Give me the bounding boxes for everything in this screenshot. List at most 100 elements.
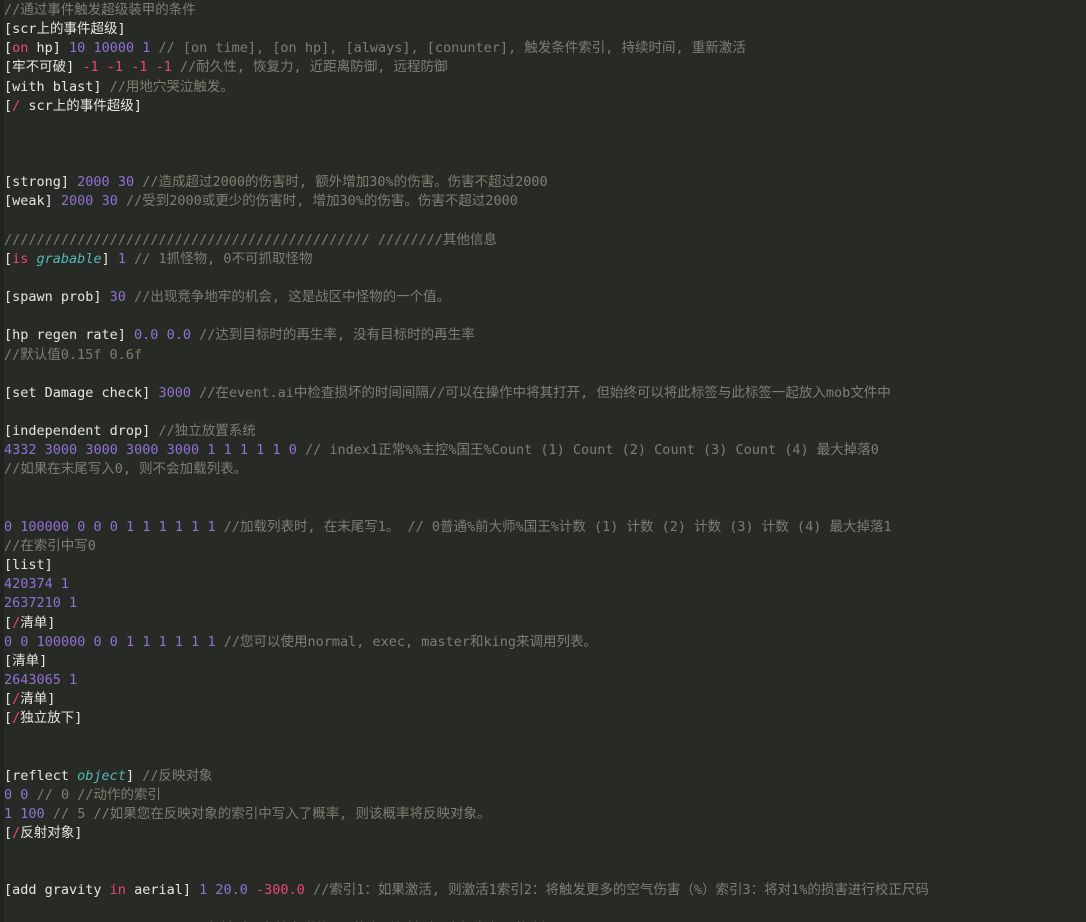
code-line[interactable]: [weak] 2000 30 //受到2000或更少的伤害时, 增加30%的伤害… — [4, 192, 1086, 211]
token-num: 1 — [207, 518, 216, 535]
token-cmt: // index1正常%%主控%国王%Count (1) Count (2) C… — [304, 442, 879, 459]
token-num: 30 — [117, 174, 135, 191]
code-line[interactable]: //如果在末尾写入0, 则不会加载列表。 — [4, 460, 1086, 479]
code-line[interactable]: ////////////////////////////////////////… — [4, 231, 1086, 250]
code-line[interactable]: [hp regen rate] 0.0 0.0 //达到目标时的再生率, 没有目… — [4, 326, 1086, 345]
token-num: 0 — [4, 518, 13, 535]
code-line[interactable] — [4, 843, 1086, 862]
code-line[interactable] — [4, 365, 1086, 384]
token-kw: in — [109, 882, 126, 899]
code-line[interactable]: //在索引中写0 — [4, 537, 1086, 556]
code-line[interactable]: //默认值0.15f 0.6f — [4, 346, 1086, 365]
token-cmt: //索引1：如果激活, 则激活1索引2：将触发更多的空气伤害（%）索引3：将对1… — [312, 882, 929, 899]
code-line[interactable]: [strong] 2000 30 //造成超过2000的伤害时, 额外增加30%… — [4, 173, 1086, 192]
code-line[interactable]: 0 100000 0 0 0 1 1 1 1 1 1 //加载列表时, 在末尾写… — [4, 518, 1086, 537]
code-line[interactable]: [牢不可破] -1 -1 -1 -1 //耐久性, 恢复力, 近距离防御, 远程… — [4, 58, 1086, 77]
code-line[interactable] — [4, 403, 1086, 422]
code-line[interactable]: [spawn prob] 30 //出现竞争地牢的机会, 这是战区中怪物的一个值… — [4, 288, 1086, 307]
code-line[interactable]: [清单] — [4, 652, 1086, 671]
code-line[interactable]: [is grabable] 1 // 1抓怪物, 0不可抓取怪物 — [4, 250, 1086, 269]
code-line[interactable] — [4, 862, 1086, 881]
token-num: 0 — [288, 442, 297, 459]
code-editor[interactable]: //通过事件触发超级装甲的条件 [scr上的事件超级] [on hp] 10 100… — [0, 0, 1086, 922]
code-line[interactable]: 420374 1 — [4, 575, 1086, 594]
code-line[interactable]: [set Damage check] 3000 //在event.ai中检查损坏… — [4, 384, 1086, 403]
token-num: 2000 — [60, 193, 94, 210]
token-num: 1 — [207, 633, 216, 650]
token-kw: on — [12, 40, 29, 57]
code-line[interactable] — [4, 135, 1086, 154]
code-line[interactable]: [/反射对象] — [4, 824, 1086, 843]
code-line[interactable]: [independent drop] //独立放置系统 — [4, 422, 1086, 441]
code-line[interactable] — [4, 499, 1086, 518]
token-cmt: //反映对象 — [142, 767, 213, 784]
code-line[interactable] — [4, 269, 1086, 288]
code-line[interactable]: [/清单] — [4, 690, 1086, 709]
code-line[interactable]: [add gravity in aerial] 1 20.0 -300.0 //… — [4, 881, 1086, 900]
token-num: 1 — [174, 518, 184, 535]
code-line[interactable] — [4, 901, 1086, 920]
code-line[interactable] — [4, 154, 1086, 173]
token-num: 10 — [69, 40, 86, 57]
code-line[interactable]: [reflect object] //反映对象 — [4, 767, 1086, 786]
token-num: 1 — [272, 442, 281, 459]
code-line[interactable]: 0 0 // 0 //动作的索引 — [4, 786, 1086, 805]
code-line[interactable]: [/清单] — [4, 614, 1086, 633]
token-num: 1 — [174, 633, 184, 650]
code-line[interactable] — [4, 480, 1086, 499]
code-line[interactable]: 0 0 100000 0 0 1 1 1 1 1 1 //您可以使用normal… — [4, 633, 1086, 652]
code-line[interactable]: //通过事件触发超级装甲的条件 — [4, 1, 1086, 20]
token-plain: [reflect — [4, 767, 78, 784]
code-line[interactable]: [/独立放下] — [4, 709, 1086, 728]
token-num: 1 — [158, 633, 167, 650]
token-plain: [ — [4, 614, 13, 631]
code-content[interactable]: //通过事件触发超级装甲的条件 [scr上的事件超级] [on hp] 10 100… — [4, 0, 1086, 922]
token-plain: [ — [4, 97, 13, 114]
code-line[interactable]: 4332 3000 3000 3000 3000 1 1 1 1 1 0 // … — [4, 441, 1086, 460]
token-plain: [scr上的事件超级] — [4, 21, 126, 38]
code-line[interactable]: 1 100 // 5 //如果您在反映对象的索引中写入了概率, 则该概率将反映对… — [4, 805, 1086, 824]
token-cmt: //加载列表时, 在末尾写1。 // 0普通%前大师%国王%计数 (1) 计数 … — [223, 518, 892, 535]
code-line[interactable] — [4, 747, 1086, 766]
token-num: 1 — [158, 518, 167, 535]
token-cmt: //您可以使用normal, exec, master和king来调用列表。 — [223, 633, 598, 650]
token-num: 1 — [4, 805, 13, 822]
code-line[interactable]: [scr上的事件超级] — [4, 20, 1086, 39]
token-cmt: //受到2000或更少的伤害时, 增加30%的伤害。伤害不超过2000 — [125, 193, 518, 210]
code-line[interactable]: [list] — [4, 556, 1086, 575]
token-plain: [ — [4, 250, 13, 267]
token-num: 4332 — [4, 442, 37, 459]
token-plain: [strong] — [4, 174, 78, 191]
code-line[interactable] — [4, 212, 1086, 231]
code-line[interactable]: 2643065 1 — [4, 671, 1086, 690]
code-line[interactable] — [4, 307, 1086, 326]
token-plain: [list] — [4, 557, 53, 574]
code-line[interactable] — [4, 116, 1086, 135]
code-line[interactable] — [4, 728, 1086, 747]
code-line[interactable]: [/ scr上的事件超级] — [4, 97, 1086, 116]
token-num: 1 — [126, 633, 135, 650]
code-line[interactable]: [with blast] //用地穴哭泣触发。 — [4, 78, 1086, 97]
code-line[interactable]: 2637210 1 — [4, 594, 1086, 613]
code-line[interactable]: [on hp] 10 10000 1 // [on time], [on hp]… — [4, 39, 1086, 58]
